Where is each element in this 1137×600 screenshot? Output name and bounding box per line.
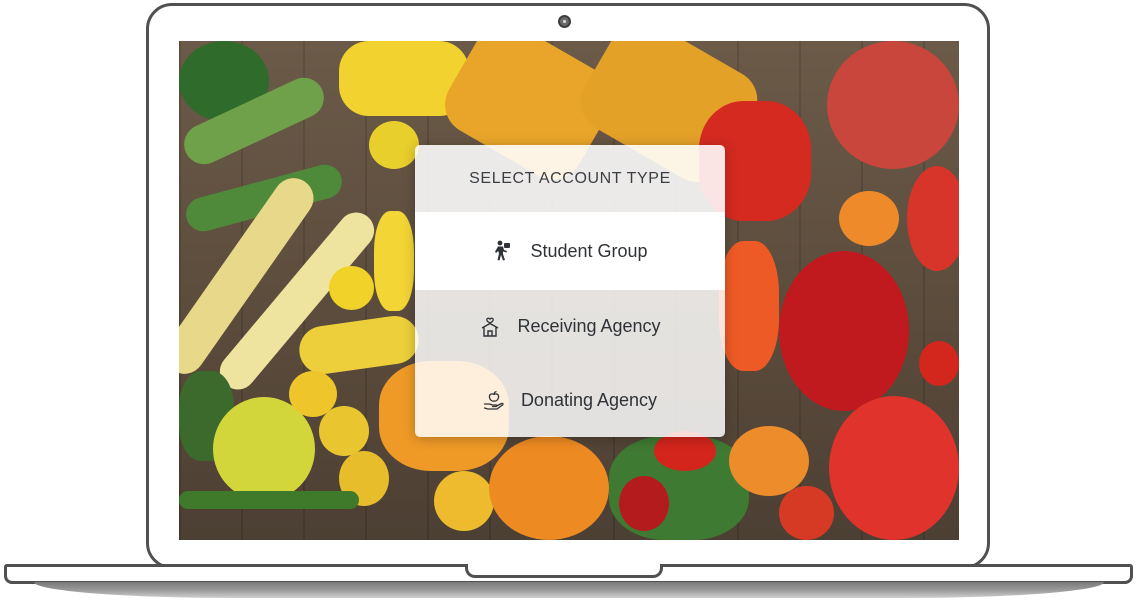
green-bean-decoration: [179, 491, 359, 509]
dialog-title: SELECT ACCOUNT TYPE: [469, 169, 671, 187]
laptop-base-shadow: [34, 582, 1104, 598]
yellow-pear-decoration: [434, 471, 494, 531]
camera-icon: [558, 15, 571, 28]
student-icon: [492, 239, 514, 263]
yellow-tomato-decoration: [329, 266, 374, 310]
yellow-pear-decoration: [319, 406, 369, 456]
orange-tomato-decoration: [489, 436, 609, 540]
dialog-header: SELECT ACCOUNT TYPE: [415, 145, 725, 212]
account-type-dialog: SELECT ACCOUNT TYPE Student Group Receiv…: [415, 145, 725, 437]
receiving-agency-option[interactable]: Receiving Agency: [415, 290, 725, 363]
laptop-mockup: SELECT ACCOUNT TYPE Student Group Receiv…: [0, 0, 1137, 600]
donating-agency-option[interactable]: Donating Agency: [415, 363, 725, 437]
donating-agency-label: Donating Agency: [520, 389, 658, 410]
heirloom-tomato-decoration: [829, 396, 959, 540]
laptop-base-notch: [465, 564, 663, 578]
yellow-pepper-decoration: [374, 211, 414, 311]
student-group-label: Student Group: [530, 240, 648, 261]
apple-decoration: [827, 41, 959, 169]
physalis-decoration: [729, 426, 809, 496]
hand-apple-icon: [483, 388, 505, 412]
orange-pepper-decoration: [719, 241, 779, 371]
house-heart-icon: [479, 315, 501, 339]
cherry-tomato-decoration: [654, 431, 716, 471]
tomato-decoration: [779, 486, 834, 540]
tomato-decoration: [919, 341, 959, 386]
student-group-option[interactable]: Student Group: [415, 212, 725, 290]
cherry-tomato-decoration: [619, 476, 669, 531]
berries-decoration: [779, 251, 909, 411]
tomato-decoration: [907, 166, 959, 271]
physalis-decoration: [839, 191, 899, 246]
yellow-tomato-decoration: [369, 121, 419, 169]
receiving-agency-label: Receiving Agency: [517, 316, 661, 336]
